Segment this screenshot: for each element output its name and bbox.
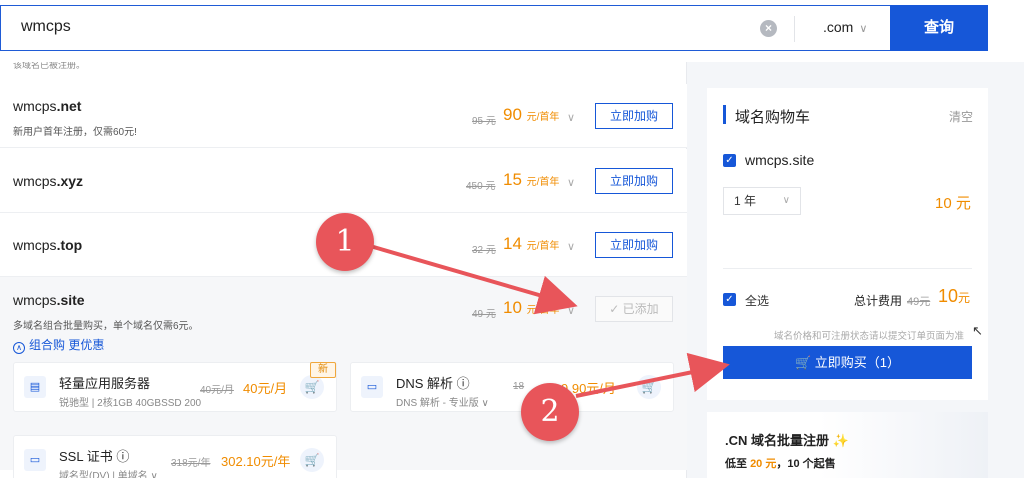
domain-name: wmcps.net — [13, 98, 82, 114]
ssl-icon: ▭ — [24, 449, 46, 471]
card-title: SSL 证书 ⓘ — [59, 449, 130, 464]
promo-title: .CN 域名批量注册 ✨ — [725, 433, 849, 448]
chevron-down-icon[interactable]: ∨ — [567, 176, 575, 189]
select-all-label[interactable]: 全选 — [745, 292, 769, 309]
total-label: 总计费用 — [854, 294, 903, 308]
card-old-price: 18 — [513, 381, 525, 392]
cart-icon[interactable]: 🛒 — [300, 448, 324, 472]
combo-card-server: ▤ 轻量应用服务器 锐驰型 | 2核1GB 40GBSSD 200 40元/月 … — [13, 362, 337, 412]
card-subtitle: DNS 解析 - 专业版 ∨ — [396, 398, 489, 409]
annotation-marker-2: 2 — [521, 383, 579, 441]
page: wmcps × .com ∨ 查询 该域名已被注册。 wmcps.net 新用户首… — [0, 0, 1024, 478]
clear-cart-link[interactable]: 清空 — [949, 108, 973, 125]
domain-note: 多域名组合批量购买，单个域名仅需6元。 — [13, 321, 199, 332]
dns-icon: ▭ — [361, 376, 383, 398]
card-subtitle: 锐驰型 | 2核1GB 40GBSSD 200 — [59, 398, 201, 409]
added-button: ✓ 已添加 — [595, 296, 673, 322]
buy-now-button[interactable]: 🛒 立即购买（1） — [723, 346, 972, 379]
year-select[interactable]: 1 年 ∨ — [723, 187, 801, 215]
cart-panel: 域名购物车 清空 ✓ wmcps.site 1 年 ∨ 10 元 ✓ 全选 总计费… — [707, 88, 988, 400]
domain-name: wmcps.xyz — [13, 173, 84, 189]
search-input[interactable]: wmcps — [21, 18, 71, 36]
add-to-cart-button[interactable]: 立即加购 — [595, 168, 673, 194]
card-old-price: 318元/年 — [171, 458, 211, 469]
divider — [794, 16, 795, 42]
card-title: DNS 解析 ⓘ — [396, 376, 470, 391]
chevron-down-icon[interactable]: ∨ — [567, 111, 575, 124]
server-icon: ▤ — [24, 376, 46, 398]
cart-title: 域名购物车 — [735, 109, 811, 126]
old-price: 450 元 — [466, 181, 496, 192]
title-bar — [723, 105, 726, 124]
domain-note: 新用户首年注册，仅需60元! — [13, 127, 137, 138]
tld-value: .com — [823, 19, 854, 35]
item-checkbox[interactable]: ✓ — [723, 154, 736, 167]
chevron-up-icon: ∧ — [13, 342, 25, 354]
tld-select[interactable]: .com ∨ — [823, 19, 867, 35]
current-price: 90 元/首年 — [503, 105, 560, 124]
cart-item-name: wmcps.site — [745, 152, 815, 168]
current-price: 10 元/首年 — [503, 298, 560, 317]
new-badge: 新 — [310, 362, 336, 378]
card-old-price: 40元/月 — [200, 385, 234, 396]
total-old-price: 49元 — [907, 296, 931, 308]
item-price: 10 元 — [935, 195, 971, 212]
current-price: 14 元/首年 — [503, 234, 560, 253]
cart-icon: 🛒 — [794, 355, 815, 370]
year-value: 1 年 — [734, 194, 757, 208]
chevron-down-icon: ∨ — [782, 195, 790, 206]
old-price: 95 元 — [472, 116, 496, 127]
promo-subtitle: 低至 20 元，10 个起售 — [725, 458, 836, 470]
add-to-cart-button[interactable]: 立即加购 — [595, 103, 673, 129]
cart-icon[interactable]: 🛒 — [300, 375, 324, 399]
add-to-cart-button[interactable]: 立即加购 — [595, 232, 673, 258]
divider — [723, 268, 972, 269]
price-note: 域名价格和可注册状态请以提交订单页面为准 — [774, 331, 965, 342]
old-price: 32 元 — [472, 245, 496, 256]
clear-icon[interactable]: × — [760, 20, 777, 37]
cutoff-text: 该域名已被注册。 — [13, 62, 86, 70]
total-price: 10元 — [938, 286, 971, 306]
card-subtitle: 域名型(DV) | 单域名 ∨ — [59, 471, 158, 478]
domain-row-net: wmcps.net 新用户首年注册，仅需60元! 95 元 90 元/首年 ∨ … — [0, 84, 687, 148]
card-price: 302.10元/年 — [221, 454, 291, 469]
select-all-checkbox[interactable]: ✓ — [723, 293, 736, 306]
cart-icon[interactable]: 🛒 — [637, 375, 661, 399]
chevron-down-icon: ∨ — [859, 23, 868, 35]
combo-card-dns: ▭ DNS 解析 ⓘ DNS 解析 - 专业版 ∨ 18 9.90元/月 🛒 — [350, 362, 674, 412]
current-price: 15 元/首年 — [503, 170, 560, 189]
annotation-marker-1: 1 — [316, 213, 374, 271]
search-button[interactable]: 查询 — [890, 5, 988, 51]
domain-name: wmcps.top — [13, 237, 83, 253]
chevron-down-icon[interactable]: ∨ — [567, 304, 575, 317]
search-box[interactable]: wmcps × .com ∨ — [0, 5, 890, 51]
card-title: 轻量应用服务器 — [59, 376, 151, 391]
domain-row-xyz: wmcps.xyz 450 元 15 元/首年 ∨ 立即加购 — [0, 149, 687, 213]
search-bar: wmcps × .com ∨ 查询 — [0, 0, 1024, 62]
promo-banner[interactable]: .CN 域名批量注册 ✨ 低至 20 元，10 个起售 — [707, 412, 988, 478]
combo-toggle[interactable]: ∧ 组合购 更优惠 — [13, 336, 104, 354]
mouse-cursor-icon: ↖ — [972, 323, 983, 338]
chevron-down-icon[interactable]: ∨ — [567, 240, 575, 253]
card-price: 40元/月 — [243, 381, 288, 396]
combo-card-ssl: ▭ SSL 证书 ⓘ 域名型(DV) | 单域名 ∨ 318元/年 302.10… — [13, 435, 337, 478]
domain-name: wmcps.site — [13, 292, 85, 308]
old-price: 49 元 — [472, 309, 496, 320]
